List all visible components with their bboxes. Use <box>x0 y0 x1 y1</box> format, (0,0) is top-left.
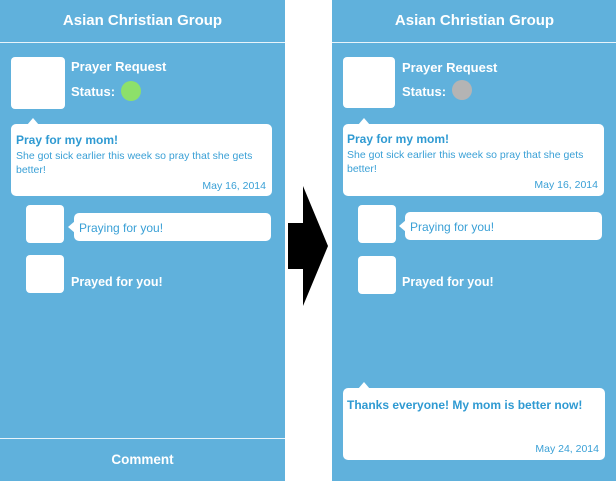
reply-bubble: Praying for you! <box>74 213 271 241</box>
arrow-right-icon <box>288 186 328 306</box>
comment-button[interactable]: Comment <box>0 439 285 481</box>
request-body: She got sick earlier this week so pray t… <box>347 149 584 175</box>
screen-before: Asian Christian Group Prayer Request Sta… <box>0 0 285 481</box>
post-title: Prayer Request <box>71 59 167 74</box>
update-bubble: Thanks everyone! My mom is better now! M… <box>343 388 605 460</box>
commenter-avatar[interactable] <box>358 205 396 243</box>
request-date: May 16, 2014 <box>202 180 266 192</box>
reply-text: Praying for you! <box>79 221 164 235</box>
poster-avatar[interactable] <box>11 57 65 109</box>
group-header-title: Asian Christian Group <box>394 12 555 29</box>
request-title: Pray for my mom! <box>347 132 450 146</box>
reply-text: Praying for you! <box>410 220 495 234</box>
header-divider <box>0 42 285 43</box>
status-indicator-icon <box>121 81 141 101</box>
poster-avatar[interactable] <box>343 57 395 108</box>
prayer-request-bubble: Pray for my mom! She got sick earlier th… <box>343 124 604 196</box>
commenter-avatar[interactable] <box>358 256 396 294</box>
post-title: Prayer Request <box>402 60 498 75</box>
status-label: Status: <box>71 84 116 99</box>
status-indicator-icon <box>452 80 472 100</box>
group-header-title: Asian Christian Group <box>62 12 223 29</box>
request-title: Pray for my mom! <box>16 133 119 147</box>
commenter-avatar[interactable] <box>26 255 64 293</box>
prayer-request-bubble: Pray for my mom! She got sick earlier th… <box>11 124 272 196</box>
prayed-status-text: Prayed for you! <box>402 275 494 289</box>
request-body: She got sick earlier this week so pray t… <box>16 150 253 176</box>
commenter-avatar[interactable] <box>26 205 64 243</box>
status-label: Status: <box>402 84 447 99</box>
header-divider <box>332 42 616 43</box>
request-date: May 16, 2014 <box>534 179 598 191</box>
update-title: Thanks everyone! My mom is better now! <box>347 398 583 412</box>
update-date: May 24, 2014 <box>535 443 599 455</box>
reply-bubble: Praying for you! <box>405 212 602 240</box>
screen-after: Asian Christian Group Prayer Request Sta… <box>332 0 616 481</box>
prayed-status-text: Prayed for you! <box>71 275 163 289</box>
